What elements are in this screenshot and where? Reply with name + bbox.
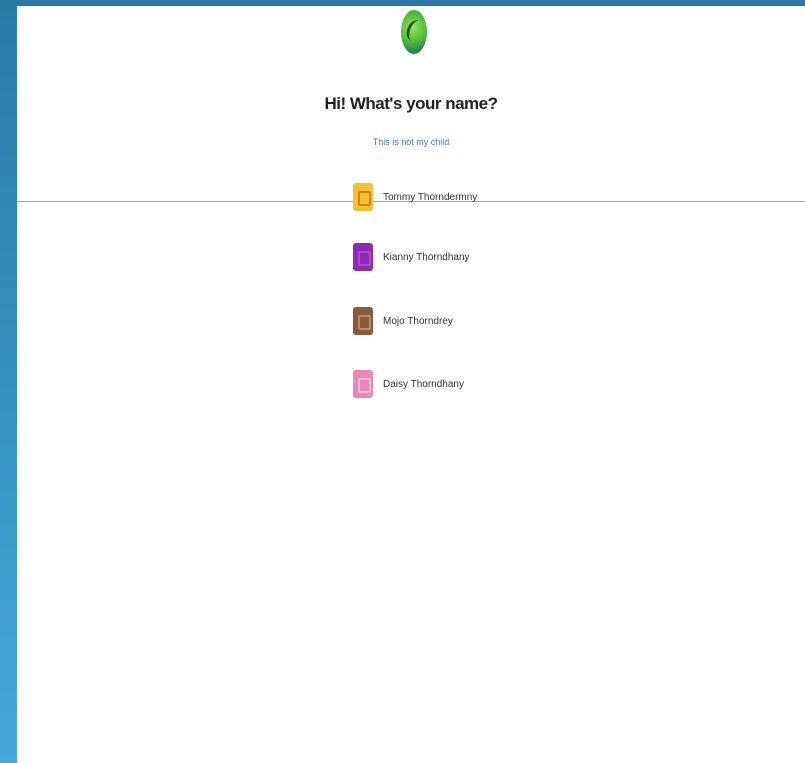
purple-avatar-icon [353,243,373,271]
page-title: Hi! What's your name? [324,94,498,113]
avatar-mark [358,191,371,206]
pink-avatar-icon [353,370,373,398]
avatar-mark [358,315,371,330]
profile-name: Daisy Thorndhany [383,378,464,390]
profile-name: Mojo Thorndrey [383,315,453,327]
app-logo-icon [401,10,428,54]
yellow-avatar-icon [353,183,373,211]
profile-item-1[interactable]: Kianny Thorndhany [353,240,470,274]
avatar-mark [358,251,371,266]
profile-name: Tommy Thorndermny [383,191,478,203]
app-window: Hi! What's your name? This is not my chi… [17,6,805,763]
desktop-background: Hi! What's your name? This is not my chi… [0,0,805,763]
profile-name: Kianny Thorndhany [383,251,470,263]
profile-item-0[interactable]: Tommy Thorndermny [353,180,477,214]
not-my-child-link[interactable]: This is not my child [17,137,805,147]
profile-item-2[interactable]: Mojo Thorndrey [353,304,453,338]
brown-avatar-icon [353,307,373,335]
profile-item-3[interactable]: Daisy Thorndhany [353,367,464,401]
avatar-mark [358,378,371,393]
logo-swoosh [403,17,428,45]
